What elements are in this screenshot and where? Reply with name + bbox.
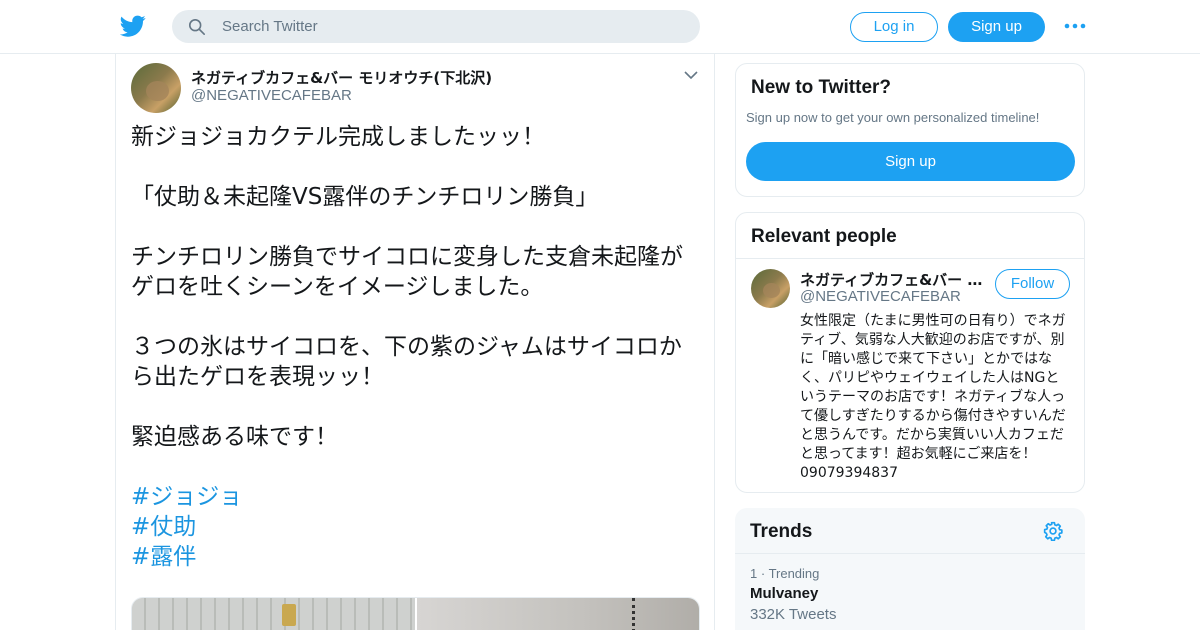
new-to-twitter-title: New to Twitter? [751, 77, 892, 98]
follow-button[interactable]: Follow [995, 269, 1070, 299]
divider [736, 258, 1084, 259]
tweet-photo-1[interactable] [132, 598, 415, 630]
search-icon [188, 18, 206, 36]
person-avatar[interactable] [751, 269, 790, 308]
hashtag-link-josuke[interactable]: #仗助 [131, 512, 701, 542]
tweet-detail: ネガティブカフェ&バー モリオウチ(下北沢) @NEGATIVECAFEBAR … [115, 54, 715, 630]
photo-detail [632, 598, 640, 630]
signup-button[interactable]: Sign up [948, 12, 1045, 42]
tweet-line: 「仗助＆未起隆VS露伴のチンチロリン勝負」 [131, 184, 599, 210]
person-bio: 女性限定（たまに男性可の日有り）でネガティブ、気弱な人大歓迎のお店ですが、別に「… [800, 313, 1066, 481]
tweet-text: 新ジョジョカクテル完成しましたッッ！ 「仗助＆未起隆VS露伴のチンチロリン勝負」… [131, 122, 701, 572]
twitter-bird-icon[interactable] [120, 13, 146, 39]
divider [735, 553, 1085, 554]
tweet-line [131, 302, 701, 332]
hashtag-link-rohan[interactable]: #露伴 [131, 542, 701, 572]
author-name[interactable]: ネガティブカフェ&バー モリオウチ(下北沢) [191, 67, 492, 88]
person-name[interactable]: ネガティブカフェ&バー モリオウチ(下北沢) [800, 269, 985, 290]
trend-rank: 1 [750, 566, 758, 581]
tweet-line [131, 392, 701, 422]
hashtag-link-jojo[interactable]: #ジョジョ [131, 482, 701, 512]
photo-detail [282, 604, 296, 626]
search-box[interactable] [172, 10, 700, 43]
person-handle[interactable]: @NEGATIVECAFEBAR [800, 288, 961, 305]
login-button[interactable]: Log in [850, 12, 938, 42]
tweet-line: ３つの氷はサイコロを、下の紫のジャムはサイコロから出たゲロを表現ッッ！ [131, 334, 682, 390]
tweet-line: 新ジョジョカクテル完成しましたッッ！ [131, 124, 545, 150]
gear-icon[interactable] [1043, 521, 1063, 541]
chevron-down-icon[interactable] [683, 68, 699, 82]
author-avatar[interactable] [131, 63, 181, 113]
tweet-line [131, 452, 701, 482]
trends-title: Trends [750, 521, 813, 542]
relevant-people-card: Relevant people ネガティブカフェ&バー モリオウチ(下北沢) @… [735, 212, 1085, 493]
search-input[interactable] [222, 10, 682, 43]
trends-card: Trends 1 · Trending Mulvaney 332K Tweets [735, 508, 1085, 630]
tweet-photo-2[interactable] [417, 598, 699, 630]
trend-tweet-count: 332K Tweets [750, 606, 837, 623]
trend-name[interactable]: Mulvaney [750, 585, 818, 602]
tweet-line [131, 212, 701, 242]
author-handle[interactable]: @NEGATIVECAFEBAR [191, 87, 352, 104]
tweet-line: チンチロリン勝負でサイコロに変身した支倉未起隆がゲロを吐くシーンをイメージしまし… [131, 244, 683, 300]
tweet-line [131, 152, 701, 182]
sidebar-signup-button[interactable]: Sign up [746, 142, 1075, 181]
relevant-people-title: Relevant people [751, 226, 897, 247]
trend-meta: 1 · Trending [750, 566, 820, 581]
tweet-media[interactable] [131, 597, 700, 630]
trend-context: Trending [768, 566, 820, 581]
new-to-twitter-subtitle: Sign up now to get your own personalized… [746, 110, 1040, 125]
new-to-twitter-card: New to Twitter? Sign up now to get your … [735, 63, 1085, 197]
tweet-line: 緊迫感ある味です！ [131, 424, 338, 450]
more-dots-icon[interactable] [1064, 18, 1086, 34]
top-navigation-bar: Log in Sign up [0, 0, 1200, 54]
